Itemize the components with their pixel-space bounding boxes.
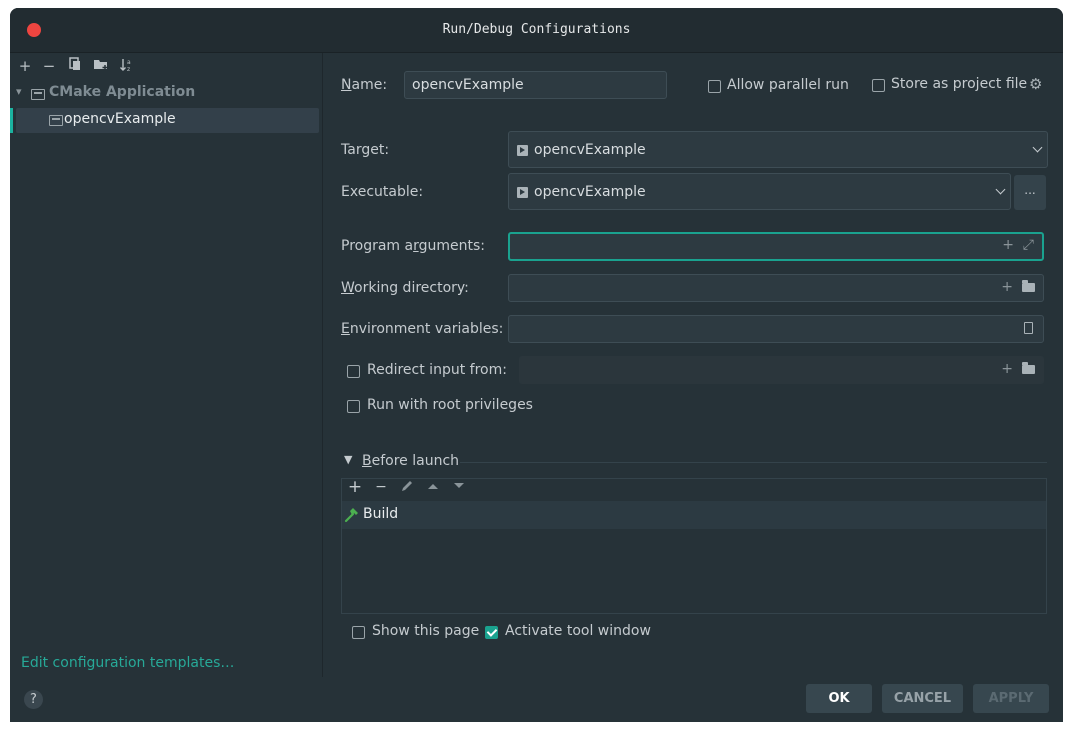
edit-templates-link[interactable]: Edit configuration templates… <box>21 655 234 671</box>
target-select[interactable]: opencvExample <box>508 131 1048 168</box>
target-value: opencvExample <box>534 142 646 158</box>
redirect-input-field[interactable]: + <box>519 356 1044 384</box>
tree-group-label: CMake Application <box>49 84 196 100</box>
cancel-button[interactable]: CANCEL <box>882 684 963 713</box>
sort-icon[interactable]: az <box>118 57 136 75</box>
add-icon[interactable]: + <box>16 57 34 75</box>
executable-value: opencvExample <box>534 184 646 200</box>
run-debug-dialog: Run/Debug Configurations + − az ▾ CMake … <box>10 8 1063 722</box>
root-privileges-checkbox[interactable] <box>347 400 360 413</box>
collapse-triangle-icon[interactable]: ▼ <box>344 453 352 466</box>
config-icon <box>49 115 63 126</box>
plus-icon[interactable]: + <box>1001 361 1013 377</box>
svg-text:z: z <box>127 66 130 73</box>
show-page-label: Show this page <box>372 623 480 639</box>
document-icon[interactable] <box>1024 322 1033 334</box>
root-privileges-label: Run with root privileges <box>367 397 533 413</box>
browse-executable-button[interactable]: ... <box>1014 175 1046 210</box>
remove-icon[interactable]: − <box>372 479 390 495</box>
name-label: Name: <box>341 77 388 93</box>
help-button[interactable]: ? <box>24 690 43 709</box>
working-dir-label: Working directory: <box>341 280 469 296</box>
move-down-icon[interactable] <box>450 479 468 495</box>
selection-accent <box>10 108 13 133</box>
before-launch-panel <box>341 478 1047 614</box>
executable-select[interactable]: opencvExample <box>508 173 1011 210</box>
configurations-tree-pane: + − az ▾ CMake Application opencvExample… <box>10 53 323 677</box>
activate-tool-window-checkbox[interactable] <box>485 626 498 639</box>
folder-icon[interactable] <box>1022 280 1035 292</box>
tree-item-label: opencvExample <box>64 111 176 127</box>
folder-add-icon[interactable] <box>92 57 110 75</box>
env-vars-input[interactable] <box>508 315 1044 343</box>
store-project-checkbox[interactable] <box>872 79 885 92</box>
allow-parallel-label: Allow parallel run <box>727 77 849 93</box>
svg-text:a: a <box>127 59 131 66</box>
program-args-input[interactable]: + ⤢ <box>508 232 1044 261</box>
redirect-input-checkbox[interactable] <box>347 365 360 378</box>
expand-icon[interactable]: ⤢ <box>1023 237 1034 253</box>
plus-icon[interactable]: + <box>1002 237 1014 253</box>
program-args-label: Program arguments: <box>341 238 486 254</box>
redirect-input-label: Redirect input from: <box>367 362 507 378</box>
target-label: Target: <box>341 142 390 158</box>
executable-label: Executable: <box>341 184 424 200</box>
show-page-checkbox[interactable] <box>352 626 365 639</box>
env-vars-label: Environment variables: <box>341 321 504 337</box>
name-input[interactable]: opencvExample <box>404 71 667 99</box>
gear-icon[interactable]: ⚙ <box>1029 75 1042 93</box>
before-launch-label: Before launch <box>362 453 460 469</box>
working-dir-input[interactable]: + <box>508 274 1044 302</box>
edit-pencil-icon[interactable] <box>398 479 416 497</box>
tree-group-cmake[interactable]: ▾ CMake Application <box>10 82 322 106</box>
hammer-icon <box>344 508 358 523</box>
remove-icon[interactable]: − <box>40 57 58 75</box>
title-bar: Run/Debug Configurations <box>10 8 1063 53</box>
task-label: Build <box>363 506 399 522</box>
copy-icon[interactable] <box>66 57 84 75</box>
name-value: opencvExample <box>412 77 524 93</box>
chevron-down-icon[interactable]: ▾ <box>16 85 22 98</box>
executable-icon <box>517 145 528 156</box>
ok-button[interactable]: OK <box>806 684 872 713</box>
move-up-icon[interactable] <box>424 479 442 495</box>
apply-button[interactable]: APPLY <box>973 684 1049 713</box>
cmake-config-icon <box>31 89 45 100</box>
before-launch-task-build[interactable]: Build <box>342 501 1046 529</box>
activate-tool-window-label: Activate tool window <box>505 623 651 639</box>
chevron-down-icon <box>1032 142 1043 153</box>
plus-icon[interactable]: + <box>1001 279 1013 295</box>
executable-icon <box>517 187 528 198</box>
chevron-down-icon <box>995 184 1006 195</box>
store-project-label: Store as project file <box>891 76 1028 92</box>
dialog-title: Run/Debug Configurations <box>442 22 631 37</box>
tree-item-opencvexample[interactable]: opencvExample <box>10 108 319 133</box>
folder-icon[interactable] <box>1022 362 1035 374</box>
add-icon[interactable]: + <box>346 477 364 497</box>
allow-parallel-checkbox[interactable] <box>708 80 721 93</box>
before-launch-divider <box>460 462 1047 463</box>
